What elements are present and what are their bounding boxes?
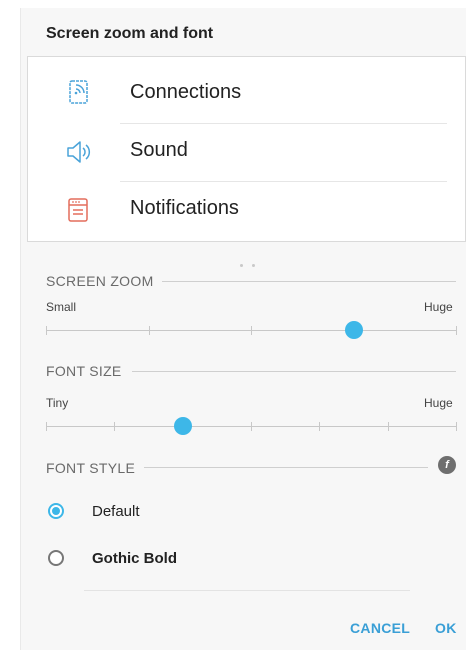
screen-zoom-slider[interactable]: [46, 321, 457, 339]
preview-item-connections: Connections: [28, 61, 466, 119]
font-style-option-gothic-bold[interactable]: Gothic Bold: [46, 545, 446, 575]
preview-panel: Connections Sound Notifications: [27, 56, 466, 242]
page-indicator-dot: [240, 264, 243, 267]
screen-zoom-max-label: Huge: [424, 300, 453, 314]
slider-tick: [319, 422, 320, 431]
section-divider: [162, 281, 456, 282]
preview-item-label: Connections: [130, 81, 242, 103]
cancel-button[interactable]: CANCEL: [350, 620, 410, 636]
radio-button[interactable]: [48, 550, 64, 566]
page-indicator: [240, 254, 264, 272]
dialog-title: Screen zoom and font: [46, 25, 214, 42]
preview-item-notifications: Notifications: [28, 181, 466, 239]
radio-button-selected[interactable]: [48, 503, 64, 519]
font-download-icon[interactable]: f: [438, 456, 456, 474]
font-style-header: FONT STYLE: [46, 460, 136, 476]
connections-icon: [69, 80, 88, 104]
options-divider: [84, 590, 410, 591]
page-indicator-dot: [252, 264, 255, 267]
slider-tick: [456, 422, 457, 431]
slider-tick: [46, 422, 47, 431]
slider-thumb[interactable]: [345, 321, 363, 339]
font-size-min-label: Tiny: [46, 396, 69, 410]
preview-item-label: Sound: [130, 139, 188, 161]
font-style-option-label: Gothic Bold: [92, 550, 177, 567]
slider-thumb[interactable]: [174, 417, 192, 435]
slider-tick: [114, 422, 115, 431]
font-size-slider[interactable]: [46, 417, 457, 435]
preview-item-label: Notifications: [130, 197, 239, 219]
font-size-header: FONT SIZE: [46, 363, 122, 379]
notifications-icon: [68, 198, 88, 222]
sound-icon: [67, 141, 91, 163]
section-divider: [132, 371, 456, 372]
font-size-max-label: Huge: [424, 396, 453, 410]
slider-tick: [251, 326, 252, 335]
screen-zoom-min-label: Small: [46, 300, 77, 314]
preview-item-sound: Sound: [28, 123, 466, 181]
slider-tick: [149, 326, 150, 335]
font-style-option-label: Default: [92, 503, 140, 520]
slider-tick: [251, 422, 252, 431]
section-divider: [144, 467, 428, 468]
slider-tick: [456, 326, 457, 335]
ok-button[interactable]: OK: [435, 620, 457, 636]
screen-zoom-header: SCREEN ZOOM: [46, 273, 154, 289]
slider-tick: [388, 422, 389, 431]
slider-tick: [46, 326, 47, 335]
font-style-option-default[interactable]: Default: [46, 498, 446, 528]
